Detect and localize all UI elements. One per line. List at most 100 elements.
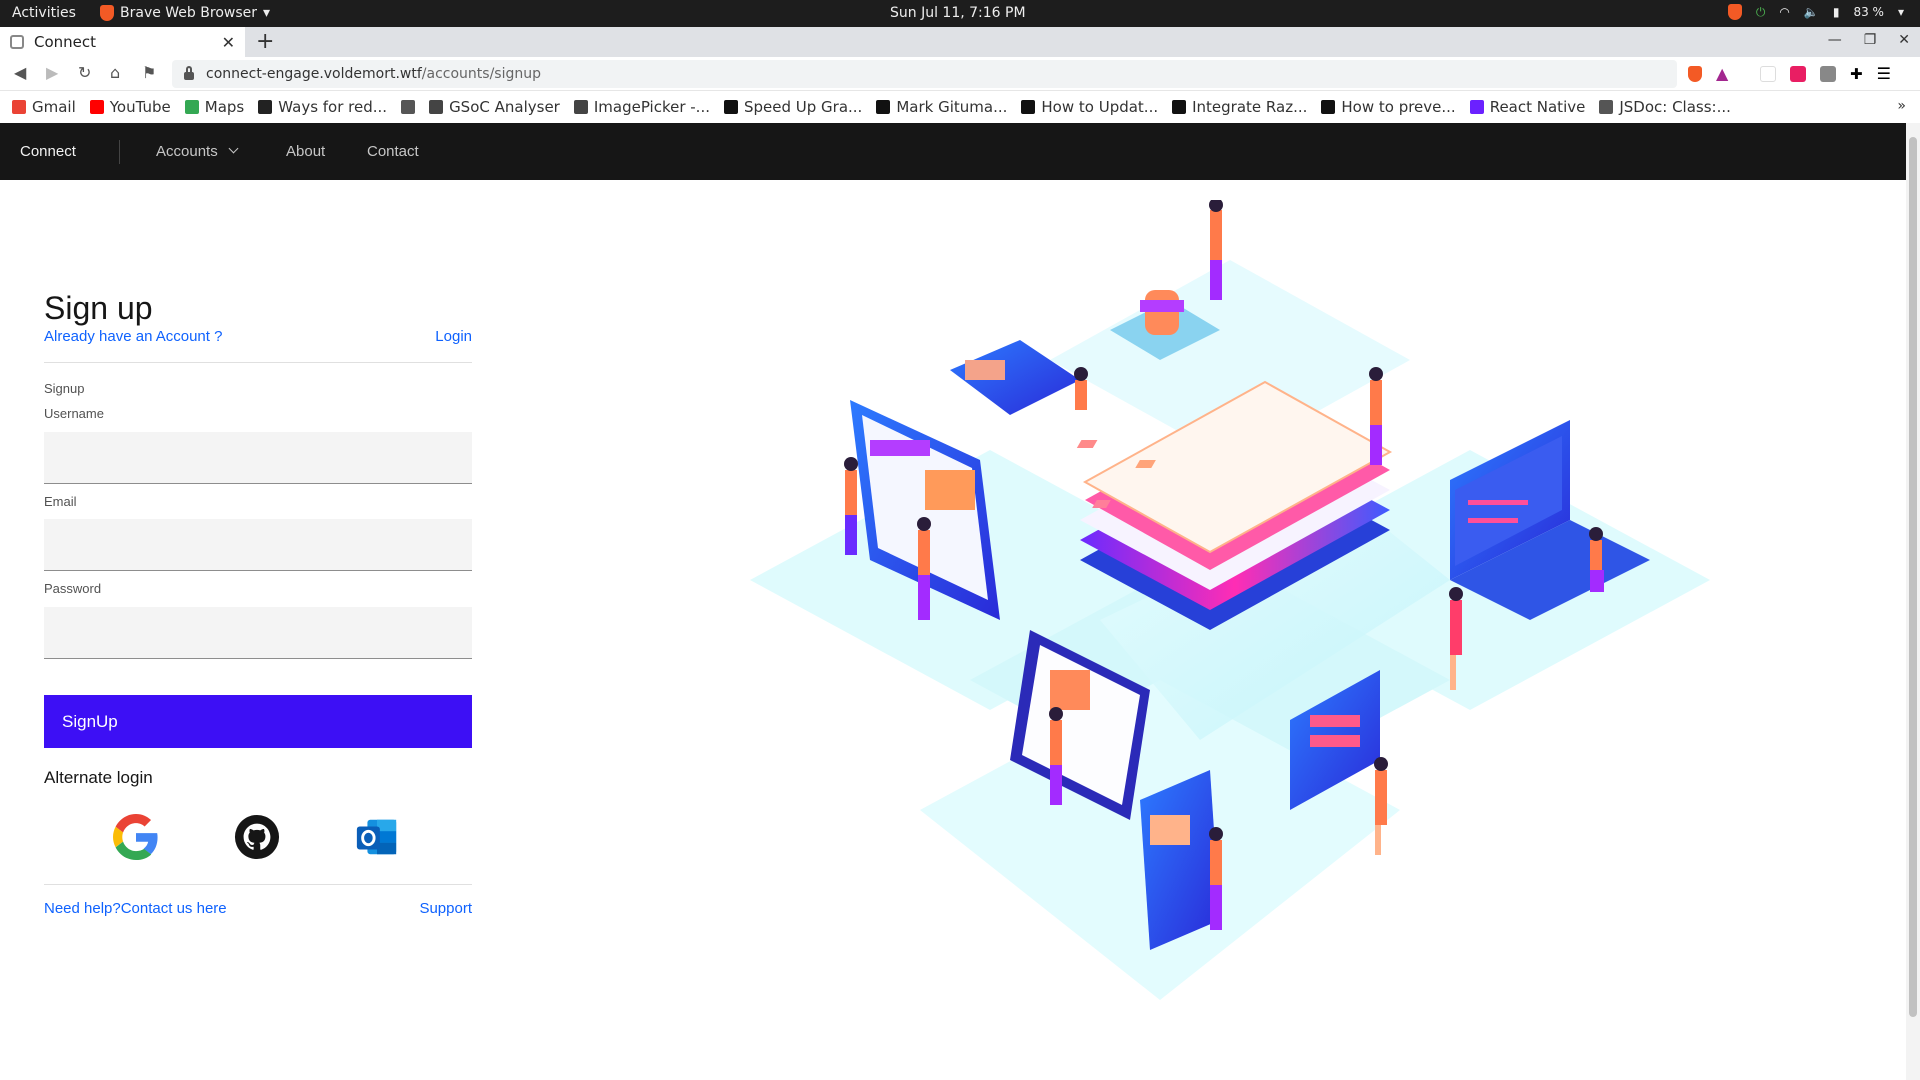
bookmark-item[interactable]: Mark Gituma... [876,98,1007,116]
battery-level: 83 % [1853,5,1884,19]
home-icon[interactable]: ⌂ [110,63,120,82]
help-contact-link[interactable]: Need help?Contact us here [44,900,227,917]
activities-button[interactable]: Activities [12,5,76,21]
new-tab-button[interactable]: + [256,29,274,54]
bookmark-favicon-icon [1021,100,1036,114]
back-icon[interactable]: ◀ [14,63,26,82]
wifi-icon[interactable]: ◠ [1779,5,1789,19]
bookmark-item[interactable]: Gmail [12,98,76,116]
bookmarks-bar: Gmail YouTube Maps Ways for red... GSoC Anal… [0,91,1920,123]
bookmark-item[interactable]: YouTube [89,98,171,116]
more-bookmarks-icon[interactable]: » [1897,98,1906,114]
minimize-icon[interactable]: — [1828,32,1842,48]
window-controls: — ❐ ✕ [1828,32,1910,48]
password-field[interactable] [44,607,472,659]
system-tray[interactable]: ⏻ ◠ 🔈 ▮ 83 % ▾ [1727,4,1904,20]
brave-shields-icon[interactable] [1688,65,1702,82]
header-divider [119,140,120,164]
chevron-down-icon[interactable]: ▾ [1898,5,1904,19]
close-window-icon[interactable]: ✕ [1898,32,1910,48]
close-tab-icon[interactable]: ✕ [222,33,235,52]
bookmark-item[interactable]: ImagePicker -... [573,98,710,116]
tab-title: Connect [34,33,97,51]
bookmark-item[interactable]: Maps [184,98,245,116]
os-top-bar: Activities Brave Web Browser ▾ Sun Jul 1… [0,0,1920,27]
brave-rewards-icon[interactable]: ▲ [1716,64,1728,83]
github-login-button[interactable] [234,814,280,860]
email-field[interactable] [44,519,472,571]
nav-accounts[interactable]: Accounts [156,143,239,160]
bookmark-label: Integrate Raz... [1192,98,1308,116]
clock[interactable]: Sun Jul 11, 7:16 PM [890,5,1026,21]
bookmark-item[interactable]: JSDoc: Class:... [1599,98,1731,116]
forward-icon[interactable]: ▶ [46,63,58,82]
already-have-account-link[interactable]: Already have an Account ? [44,328,222,345]
page-title: Sign up [44,290,153,326]
card [1310,735,1360,747]
bookmark-label: YouTube [109,98,171,116]
puzzle-icon[interactable]: ✚ [1850,65,1863,83]
bookmark-item[interactable] [401,100,416,114]
bookmark-item[interactable]: How to Updat... [1021,98,1158,116]
person [1374,757,1388,855]
person [1209,200,1223,300]
server-band [1140,300,1184,312]
username-field[interactable] [44,432,472,484]
nav-about[interactable]: About [286,143,325,160]
brave-icon [100,5,114,21]
url-path: /accounts/signup [421,66,541,82]
bookmark-item[interactable]: How to preve... [1321,98,1456,116]
scrollbar-thumb[interactable] [1909,137,1917,1017]
google-login-button[interactable] [113,814,159,860]
extensions: ✚ ☰ [1760,64,1891,83]
bookmark-label: Maps [204,98,245,116]
support-link[interactable]: Support [419,900,472,917]
code-line [1468,500,1528,505]
tab-connect[interactable]: Connect ✕ [0,27,245,57]
screen-bar [870,440,930,456]
login-link[interactable]: Login [435,328,472,345]
outlook-login-button[interactable] [354,814,400,860]
tile [1076,440,1098,448]
person [1209,827,1223,930]
brand-link[interactable]: Connect [20,143,76,160]
bookmark-label: GSoC Analyser [449,98,560,116]
restore-icon[interactable]: ❐ [1864,32,1877,48]
volume-icon[interactable]: 🔈 [1804,5,1819,19]
bookmark-icon[interactable]: ⚑ [142,63,156,82]
extension-icon[interactable] [1790,65,1806,82]
page-scrollbar[interactable] [1906,123,1920,1080]
extension-icon[interactable] [1820,65,1836,82]
nav-contact[interactable]: Contact [367,143,419,160]
person [1369,367,1383,465]
menu-icon[interactable]: ☰ [1877,64,1891,83]
bookmark-item[interactable]: Speed Up Gra... [723,98,863,116]
person [917,517,931,620]
bookmark-item[interactable]: Ways for red... [258,98,387,116]
bookmark-favicon-icon [573,100,588,114]
divider [44,362,472,363]
address-bar[interactable]: connect-engage.voldemort.wtf/accounts/si… [172,60,1677,88]
bookmark-favicon-icon [1172,100,1187,114]
signup-illustration [750,200,1710,1000]
bookmark-favicon-icon [184,100,199,114]
bookmark-label: How to Updat... [1041,98,1159,116]
bookmark-label: Speed Up Gra... [743,98,863,116]
bookmark-item[interactable]: Integrate Raz... [1172,98,1307,116]
brave-tray-icon[interactable] [1727,4,1742,20]
battery-icon[interactable]: ▮ [1833,5,1840,19]
person [1589,527,1604,592]
bookmark-item[interactable]: React Native [1469,98,1585,116]
chevron-down-icon: ▾ [263,5,271,21]
bookmark-item[interactable]: GSoC Analyser [429,98,560,116]
power-icon[interactable]: ⏻ [1756,5,1766,20]
bookmark-favicon-icon [429,100,444,114]
bookmark-favicon-icon [876,100,891,114]
lock-icon[interactable] [184,66,194,80]
extension-icon[interactable] [1760,65,1776,82]
url-host: connect-engage.voldemort.wtf [206,66,422,82]
app-menu[interactable]: Brave Web Browser ▾ [100,5,270,21]
signup-button[interactable]: SignUp [44,695,472,748]
reload-icon[interactable]: ↻ [78,63,91,82]
tab-strip: Connect ✕ + — ❐ ✕ [0,27,1920,57]
